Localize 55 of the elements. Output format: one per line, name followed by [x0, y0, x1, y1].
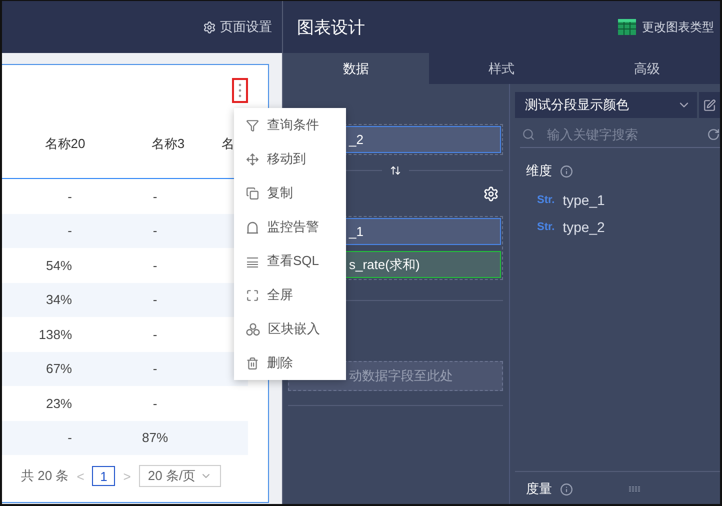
dataset-select[interactable]: 测试分段显示颜色	[515, 92, 697, 118]
info-icon[interactable]	[560, 164, 573, 178]
panel-title: 图表设计	[297, 16, 365, 38]
table-cell-text: 54%	[44, 258, 73, 273]
delete-icon	[246, 356, 259, 370]
column-header: 名称3	[150, 134, 186, 152]
edit-button[interactable]	[699, 92, 720, 118]
section-title: 维度	[526, 162, 552, 180]
page-button[interactable]: 1	[92, 466, 116, 486]
table-cell-text: 23%	[44, 396, 73, 411]
grip-icon[interactable]	[629, 486, 641, 492]
table-cell-text: -	[152, 292, 158, 308]
field-name[interactable]: type_1	[562, 192, 605, 208]
menu-item[interactable]: 全屏	[234, 278, 346, 312]
circles-icon	[246, 322, 260, 336]
table-cell-text: 67%	[44, 361, 73, 376]
table-cell-text: -	[152, 326, 158, 342]
table-cell-text: 87%	[140, 430, 170, 446]
search-icon	[522, 128, 535, 140]
settings-icon[interactable]	[203, 20, 216, 34]
search-field[interactable]: 输入关键字搜索	[545, 126, 697, 142]
filter-icon	[246, 118, 259, 132]
column-header: 名	[220, 134, 236, 152]
page-size-select[interactable]: 20 条/页	[138, 465, 221, 487]
table-cell-text: 138%	[38, 326, 73, 342]
copy-icon	[246, 186, 259, 200]
table-cell-text: -	[66, 430, 73, 446]
fullscreen-icon	[246, 288, 259, 302]
more-icon[interactable]	[232, 78, 248, 103]
section-title: 度量	[526, 480, 552, 498]
page-settings-link[interactable]: 页面设置	[220, 18, 272, 36]
table-cell-text: -	[152, 223, 158, 238]
table-cell-text: -	[152, 396, 158, 411]
table-cell-text: -	[152, 188, 158, 204]
lines-icon	[246, 254, 259, 268]
menu-item[interactable]: 区块嵌入	[234, 312, 346, 346]
refresh-icon[interactable]	[707, 128, 720, 140]
column-header: 名称20	[44, 134, 86, 152]
info-icon[interactable]	[560, 482, 573, 496]
table-cell-text: -	[66, 188, 73, 204]
edit-icon	[703, 98, 716, 112]
table-cell-text: -	[152, 258, 158, 273]
table-cell-text: -	[66, 223, 73, 238]
tab[interactable]: 数据	[283, 53, 429, 84]
menu-item[interactable]: 复制	[234, 176, 346, 210]
table-icon	[618, 19, 636, 35]
table-cell-text: 34%	[44, 292, 73, 308]
total-count: 共 20 条	[21, 467, 69, 485]
change-chart-type-button[interactable]: 更改图表类型	[642, 18, 714, 36]
type-tag: Str.	[537, 220, 555, 232]
table-cell-text: -	[152, 361, 158, 376]
field-name[interactable]: type_2	[562, 218, 605, 234]
move-icon	[246, 152, 259, 166]
swap-icon[interactable]	[390, 165, 401, 176]
type-tag: Str.	[537, 194, 555, 206]
